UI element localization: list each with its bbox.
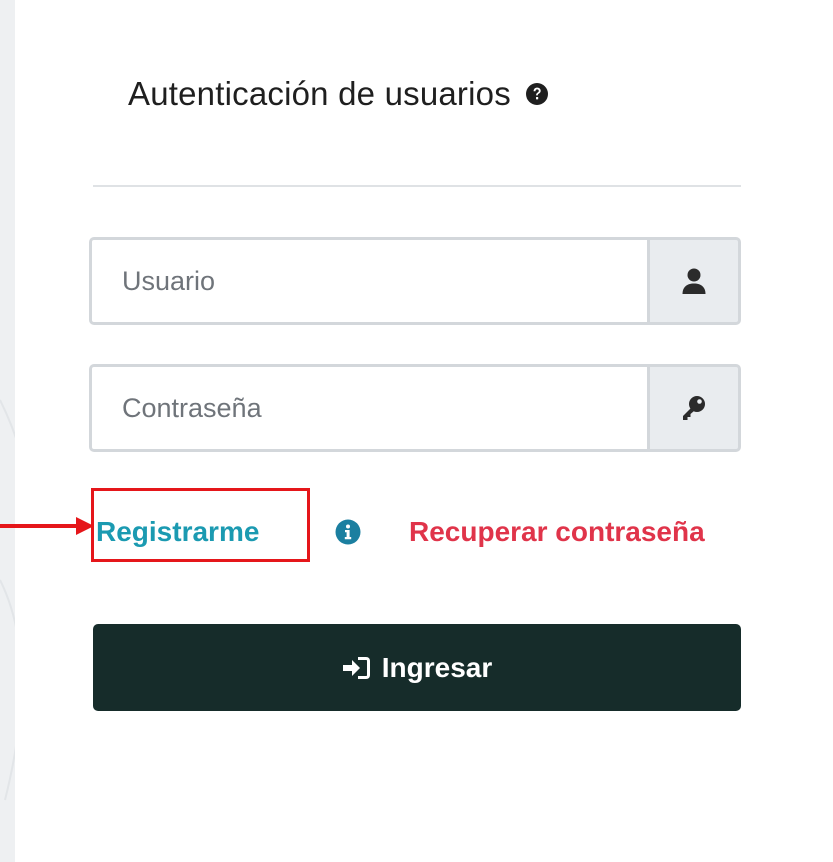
page-title: Autenticación de usuarios bbox=[128, 75, 511, 112]
password-input[interactable] bbox=[89, 364, 647, 452]
password-addon bbox=[647, 364, 741, 452]
login-submit-button[interactable]: Ingresar bbox=[93, 624, 741, 711]
sign-in-icon bbox=[342, 656, 370, 679]
username-group bbox=[89, 237, 741, 325]
info-circle-icon[interactable] bbox=[335, 519, 361, 545]
user-icon bbox=[682, 268, 706, 294]
login-header: Autenticación de usuarios bbox=[128, 72, 549, 116]
submit-button-label: Ingresar bbox=[381, 651, 493, 683]
password-group bbox=[89, 364, 741, 452]
annotation-arrow-icon bbox=[0, 517, 94, 535]
login-screen: Autenticación de usuarios Registrarme bbox=[0, 0, 833, 862]
header-divider bbox=[93, 185, 741, 187]
recover-password-link[interactable]: Recuperar contraseña bbox=[409, 510, 705, 554]
username-input[interactable] bbox=[89, 237, 647, 325]
key-icon bbox=[683, 396, 705, 420]
question-circle-icon[interactable] bbox=[525, 82, 549, 106]
username-addon bbox=[647, 237, 741, 325]
annotation-highlight-box bbox=[91, 488, 310, 562]
